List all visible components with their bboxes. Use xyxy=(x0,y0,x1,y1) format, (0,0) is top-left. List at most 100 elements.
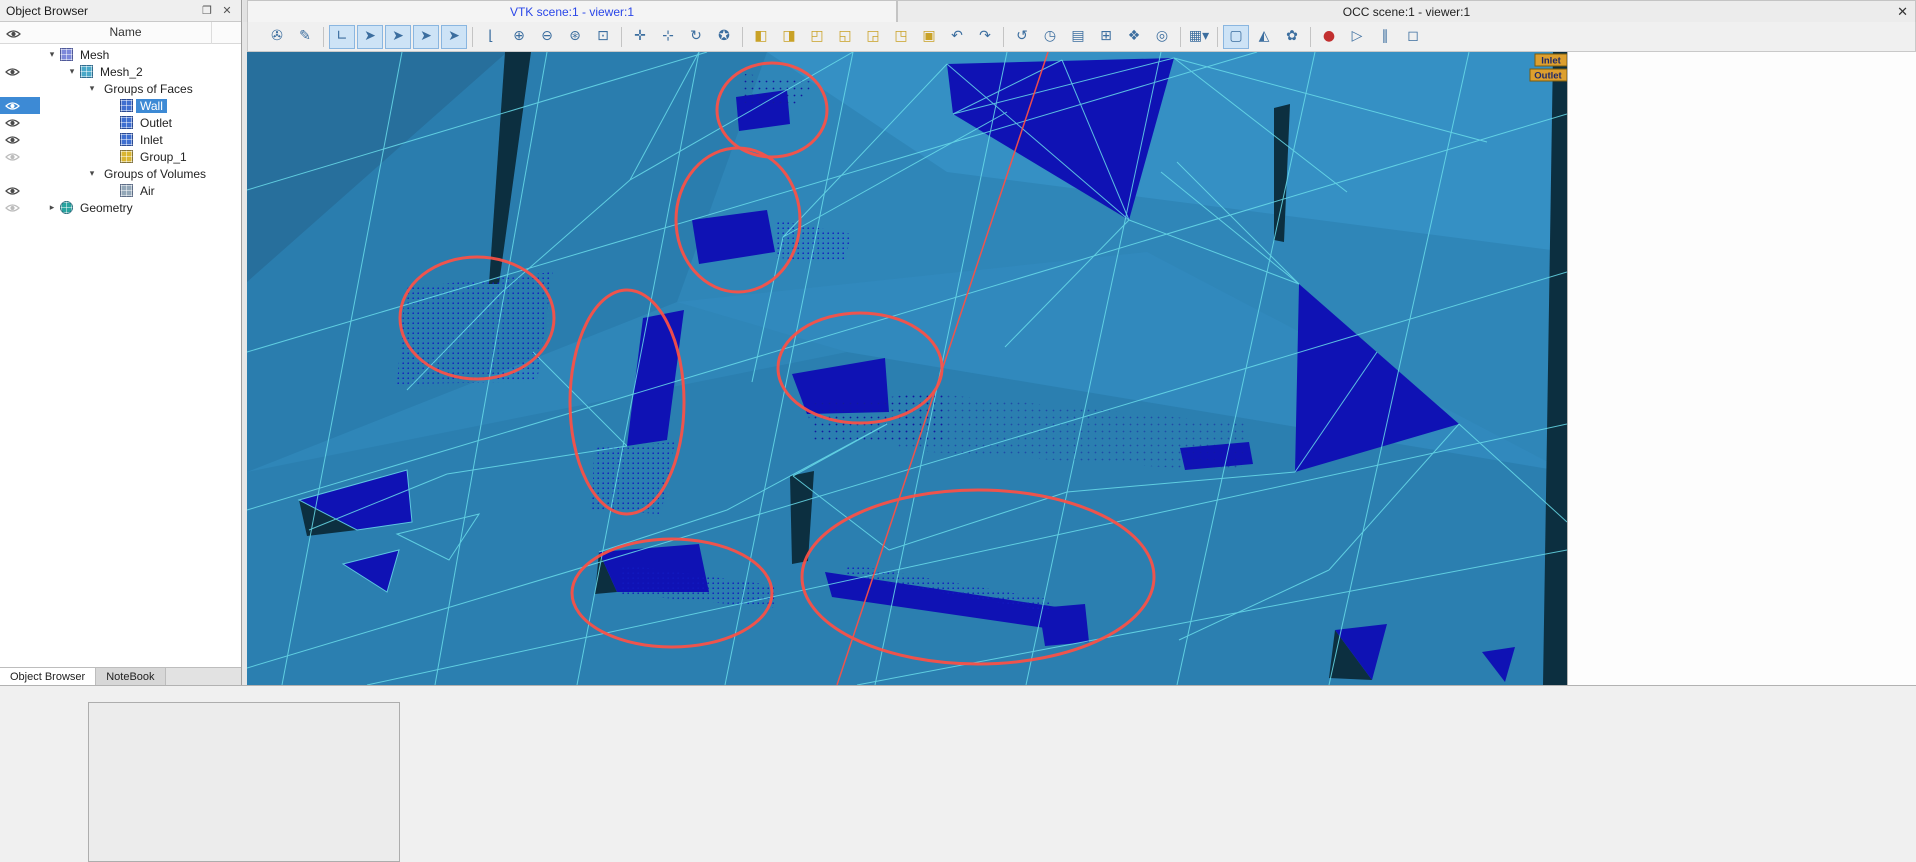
bottom-view-button[interactable]: ◱ xyxy=(832,25,858,49)
update-rate-button[interactable]: ◷ xyxy=(1037,25,1063,49)
inlet-label: Inlet xyxy=(1541,56,1561,67)
vtk-viewer-tab-label: VTK scene:1 - viewer:1 xyxy=(509,4,635,19)
expander-open-icon[interactable]: ▾ xyxy=(84,168,100,179)
change-rotation-point-button[interactable]: ✪ xyxy=(711,25,737,49)
stop-button[interactable]: ◻ xyxy=(1400,25,1426,49)
occ-viewer-tab[interactable]: OCC scene:1 - viewer:1 ✕ xyxy=(897,0,1916,22)
tree-item-label[interactable]: Air xyxy=(136,184,159,198)
visibility-eye-icon[interactable] xyxy=(0,131,40,148)
tree-row-mesh[interactable]: ▾ Mesh xyxy=(0,46,241,63)
play-button[interactable]: ▷ xyxy=(1344,25,1370,49)
pause-button[interactable]: ∥ xyxy=(1372,25,1398,49)
expander-open-icon[interactable]: ▾ xyxy=(84,83,100,94)
tree-row-inlet[interactable]: Inlet xyxy=(0,131,241,148)
zoom-in-button[interactable]: ⊕ xyxy=(506,25,532,49)
tree-item-label[interactable]: Groups of Volumes xyxy=(100,167,210,181)
tree-row-air[interactable]: Air xyxy=(0,182,241,199)
back-view-button[interactable]: ◨ xyxy=(776,25,802,49)
visibility-eye-icon[interactable] xyxy=(0,114,40,131)
column-divider xyxy=(211,22,212,44)
tree-row-groups-of-faces[interactable]: ▾ Groups of Faces xyxy=(0,80,241,97)
stereo-view-button[interactable]: ◎ xyxy=(1149,25,1175,49)
mesh-scene: Inlet Outlet xyxy=(246,51,1568,686)
close-panel-button[interactable]: ✕ xyxy=(219,4,235,17)
toolbar-separator xyxy=(621,26,622,47)
viewer-area: VTK scene:1 - viewer:1 OCC scene:1 - vie… xyxy=(243,0,1916,686)
vtk-viewer-tab[interactable]: VTK scene:1 - viewer:1 xyxy=(247,0,897,22)
isometric-view-button[interactable]: ▣ xyxy=(916,25,942,49)
reset-view-button[interactable]: ↺ xyxy=(1009,25,1035,49)
visual-parameters-button[interactable]: ❖ xyxy=(1121,25,1147,49)
shrink-mode-button[interactable]: ◭ xyxy=(1251,25,1277,49)
expander-open-icon[interactable]: ▾ xyxy=(44,49,60,60)
dock-tab-object-browser[interactable]: Object Browser xyxy=(0,668,97,685)
facegroup-icon xyxy=(120,116,133,129)
tree-item-label[interactable]: Wall xyxy=(136,98,167,113)
tree-item-label[interactable]: Group_1 xyxy=(136,150,191,164)
visibility-eye-placeholder xyxy=(0,46,40,63)
selection-edge-button[interactable]: ➤ xyxy=(413,24,439,49)
dump-view-button[interactable]: ✇ xyxy=(264,25,290,49)
tree-item-label[interactable]: Groups of Faces xyxy=(100,82,197,96)
expander-closed-icon[interactable]: ▸ xyxy=(44,202,60,213)
tree-row-wall[interactable]: Wall xyxy=(0,97,241,114)
left-view-button[interactable]: ◲ xyxy=(860,25,886,49)
dock-tab-notebook[interactable]: NoteBook xyxy=(96,668,166,685)
tree-row-mesh-2[interactable]: ▾ Mesh_2 xyxy=(0,63,241,80)
tree-row-outlet[interactable]: Outlet xyxy=(0,114,241,131)
record-button[interactable]: ● xyxy=(1316,25,1342,49)
fit-area-button[interactable]: ⊡ xyxy=(590,25,616,49)
name-column-header[interactable]: Name xyxy=(40,25,211,39)
visibility-eye-icon[interactable] xyxy=(0,182,40,199)
visibility-eye-icon[interactable] xyxy=(0,63,40,80)
scalar-bar-button[interactable]: ▤ xyxy=(1065,25,1091,49)
visibility-eye-placeholder xyxy=(0,80,40,97)
shading-mode-button[interactable]: ▢ xyxy=(1223,24,1249,49)
tree-item-label[interactable]: Mesh_2 xyxy=(96,65,147,79)
tree-row-group-1[interactable]: Group_1 xyxy=(0,148,241,165)
selection-face-button[interactable]: ➤ xyxy=(441,24,467,49)
top-view-button[interactable]: ◰ xyxy=(804,25,830,49)
collapsed-panel xyxy=(88,702,400,862)
visibility-column-eye-icon[interactable] xyxy=(6,28,21,42)
facegroup-icon xyxy=(120,133,133,146)
fit-all-button[interactable]: ⊛ xyxy=(562,25,588,49)
rotation-button[interactable]: ↻ xyxy=(683,25,709,49)
global-panning-button[interactable]: ⊹ xyxy=(655,25,681,49)
visibility-eye-icon[interactable] xyxy=(0,148,40,165)
panning-button[interactable]: ✛ xyxy=(627,25,653,49)
tree-item-label[interactable]: Inlet xyxy=(136,133,167,147)
selection-point-button[interactable]: ➤ xyxy=(385,24,411,49)
show-trihedron-button[interactable]: ∟ xyxy=(329,24,355,49)
visibility-eye-icon[interactable] xyxy=(0,97,40,114)
preselection-button[interactable]: ➤ xyxy=(357,24,383,49)
coloring-button[interactable]: ✿ xyxy=(1279,25,1305,49)
visibility-eye-icon[interactable] xyxy=(0,199,40,216)
graduated-axes-button[interactable]: ⊞ xyxy=(1093,25,1119,49)
tree-item-label[interactable]: Mesh xyxy=(76,48,113,62)
occ-viewport[interactable] xyxy=(1567,52,1916,685)
tree-item-label[interactable]: Outlet xyxy=(136,116,176,130)
occ-viewer-tab-label: OCC scene:1 - viewer:1 xyxy=(1342,4,1471,19)
expander-open-icon[interactable]: ▾ xyxy=(64,66,80,77)
interaction-style-button[interactable]: ✎ xyxy=(292,25,318,49)
volgroup-icon xyxy=(120,184,133,197)
tree-row-groups-of-volumes[interactable]: ▾ Groups of Volumes xyxy=(0,165,241,182)
view-axes-button[interactable]: ⌊ xyxy=(478,25,504,49)
zoom-out-button[interactable]: ⊖ xyxy=(534,25,560,49)
float-panel-button[interactable]: ❐ xyxy=(199,4,215,17)
visibility-eye-placeholder xyxy=(0,165,40,182)
vtk-viewport[interactable]: Inlet Outlet xyxy=(246,51,1568,686)
rotate-cw-button[interactable]: ↷ xyxy=(972,25,998,49)
rotate-ccw-button[interactable]: ↶ xyxy=(944,25,970,49)
front-view-button[interactable]: ◧ xyxy=(748,25,774,49)
selection-mode-dropdown[interactable]: ▦▾ xyxy=(1186,25,1212,49)
tree-row-geometry[interactable]: ▸ Geometry xyxy=(0,199,241,216)
right-view-button[interactable]: ◳ xyxy=(888,25,914,49)
group1-icon xyxy=(120,150,133,163)
close-viewer-button[interactable]: ✕ xyxy=(1897,4,1908,20)
tree-item-label[interactable]: Geometry xyxy=(76,201,137,215)
